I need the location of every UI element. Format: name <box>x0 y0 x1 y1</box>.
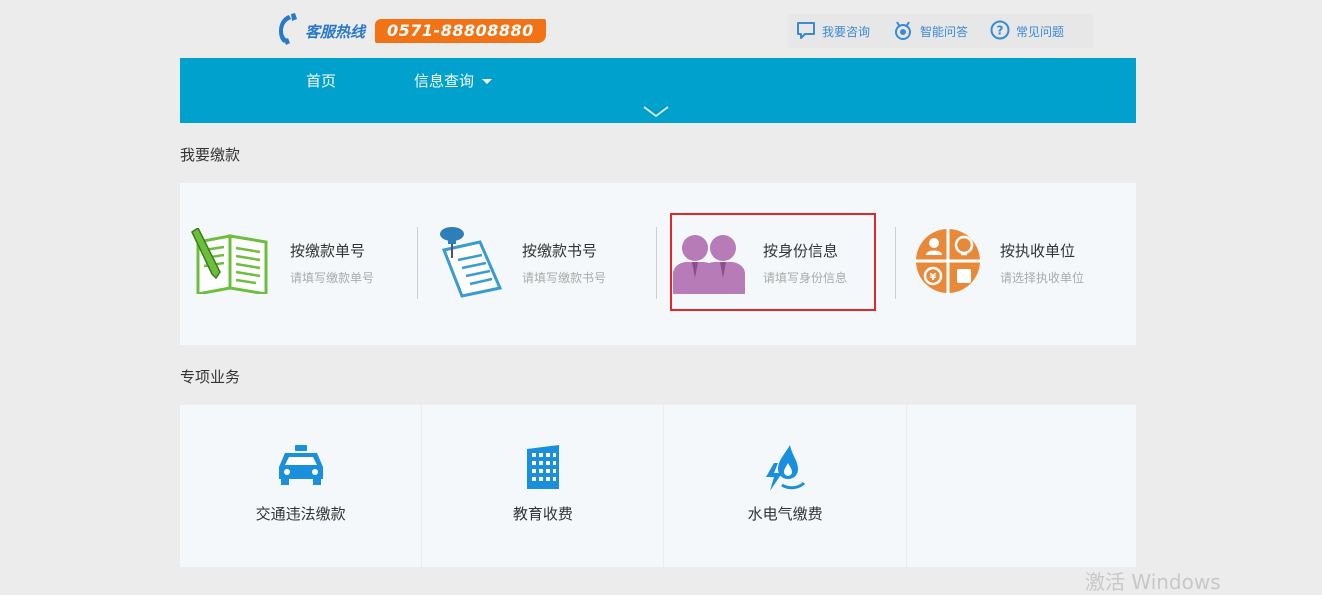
taxi-icon <box>277 445 325 489</box>
special-item-label: 交通违法缴款 <box>255 505 346 523</box>
pay-item-subtitle: 请填写缴款单号 <box>290 271 375 285</box>
nav-info-query-label: 信息查询 <box>414 72 475 90</box>
pay-item-title: 按缴款书号 <box>522 242 598 260</box>
main-nav: 首页 信息查询 <box>180 58 1136 123</box>
pay-item-title: 按执收单位 <box>1000 242 1076 260</box>
nav-home[interactable]: 首页 <box>306 70 336 91</box>
special-panel: 交通违法缴款 教育收费 水电气缴费 <box>180 405 1136 567</box>
special-item-label: 水电气缴费 <box>747 505 823 523</box>
question-circle-icon: ? <box>990 20 1010 43</box>
nav-info-query[interactable]: 信息查询 <box>414 70 493 91</box>
special-empty-cell <box>906 405 1136 567</box>
special-section-title: 专项业务 <box>180 368 241 386</box>
divider <box>895 227 896 299</box>
pay-panel: 按缴款单号 请填写缴款单号 按缴款书号 请填写缴款书号 按身份信息 请填写身份信… <box>180 183 1136 345</box>
pay-item-subtitle: 请选择执收单位 <box>1000 271 1085 285</box>
notebook-pencil-icon <box>190 226 272 298</box>
svg-text:¥: ¥ <box>930 272 937 283</box>
chevron-down-icon[interactable] <box>642 104 670 123</box>
svg-text:?: ? <box>997 23 1004 37</box>
divider <box>656 227 657 299</box>
consult-link-label: 我要咨询 <box>822 24 871 39</box>
pinned-document-icon <box>434 224 504 302</box>
caret-down-icon <box>482 79 493 84</box>
pay-by-collection-unit[interactable]: ¥ 按执收单位 请选择执收单位 <box>914 223 1084 303</box>
smart-qa-link-label: 智能问答 <box>920 24 969 39</box>
faq-link-label: 常见问题 <box>1016 24 1065 39</box>
pay-item-subtitle: 请填写缴款书号 <box>522 271 607 285</box>
pay-item-title: 按缴款单号 <box>290 242 366 260</box>
top-links: 我要咨询 智能问答 ? 常见问题 <box>788 14 1093 48</box>
special-education-fee[interactable]: 教育收费 <box>422 405 664 567</box>
pay-by-payment-number[interactable]: 按缴款单号 请填写缴款单号 <box>190 223 374 303</box>
chat-bubble-icon <box>796 20 816 43</box>
special-utility-fee[interactable]: 水电气缴费 <box>664 405 906 567</box>
selection-highlight-box <box>670 213 876 311</box>
robot-icon <box>892 19 914 44</box>
hotline-label: 客服热线 <box>305 22 366 41</box>
windows-activation-watermark: 激活 Windows <box>1085 570 1221 594</box>
building-icon <box>525 445 561 493</box>
utility-icon <box>764 445 806 495</box>
pay-section-title: 我要缴款 <box>180 146 241 164</box>
hotline: 客服热线 0571-88808880 <box>275 13 546 49</box>
special-traffic-fine[interactable]: 交通违法缴款 <box>180 405 422 567</box>
faq-link[interactable]: ? 常见问题 <box>990 20 1064 43</box>
consult-link[interactable]: 我要咨询 <box>796 20 870 43</box>
institution-circle-icon: ¥ <box>914 227 982 299</box>
smart-qa-link[interactable]: 智能问答 <box>892 19 968 44</box>
divider <box>417 227 418 299</box>
special-item-label: 教育收费 <box>512 505 573 523</box>
hotline-number: 0571-88808880 <box>375 19 546 43</box>
pay-by-notice-number[interactable]: 按缴款书号 请填写缴款书号 <box>434 223 606 303</box>
phone-icon <box>275 13 301 49</box>
